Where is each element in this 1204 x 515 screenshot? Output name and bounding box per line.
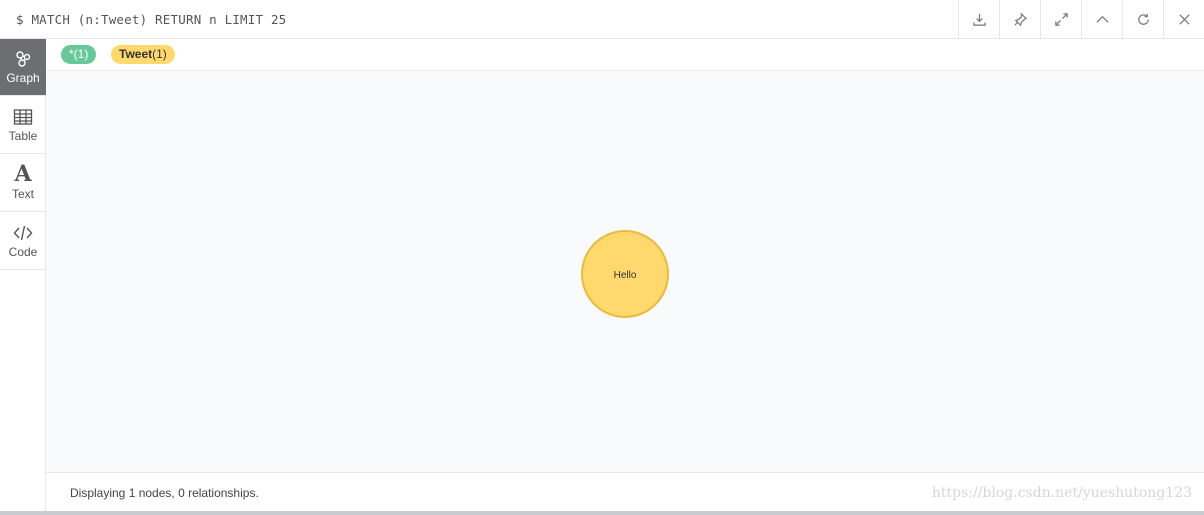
pin-button[interactable]	[999, 0, 1040, 39]
frame-footer: Displaying 1 nodes, 0 relationships. htt…	[46, 472, 1204, 511]
status-text: Displaying 1 nodes, 0 relationships.	[70, 486, 259, 500]
query-text[interactable]: $ MATCH (n:Tweet) RETURN n LIMIT 25	[16, 12, 286, 27]
graph-canvas[interactable]: Hello	[46, 71, 1204, 472]
view-tab-text[interactable]: A Text	[0, 154, 46, 212]
chip-tweet-count: (1)	[152, 47, 167, 61]
view-tab-label: Text	[11, 187, 34, 201]
close-icon	[1178, 14, 1190, 25]
watermark: https://blog.csdn.net/yueshutong123	[931, 485, 1192, 501]
expand-icon	[1054, 13, 1068, 26]
text-icon: A	[14, 161, 32, 187]
refresh-icon	[1137, 13, 1149, 25]
view-tab-table[interactable]: Table	[0, 96, 46, 154]
chip-all-nodes[interactable]: *(1)	[61, 45, 97, 64]
table-icon	[13, 108, 33, 125]
query-bar: $ MATCH (n:Tweet) RETURN n LIMIT 25	[0, 0, 1204, 39]
graph-icon	[16, 51, 31, 67]
pin-icon	[1013, 12, 1027, 27]
view-tab-label: Code	[8, 244, 38, 259]
frame-toolbar	[958, 0, 1204, 39]
view-tab-graph[interactable]: Graph	[0, 39, 46, 96]
view-tab-label: Graph	[6, 71, 40, 85]
download-button[interactable]	[958, 0, 999, 39]
view-tab-code[interactable]: Code	[0, 212, 46, 270]
view-switcher: Graph Table A Text Code	[0, 39, 46, 511]
close-button[interactable]	[1163, 0, 1204, 39]
collapse-button[interactable]	[1081, 0, 1122, 39]
chip-tweet[interactable]: Tweet(1)	[111, 45, 175, 64]
bottom-divider	[0, 511, 1204, 515]
label-chips: *(1) Tweet(1)	[46, 39, 1204, 71]
chip-tweet-name: Tweet	[119, 47, 153, 61]
download-icon	[972, 13, 986, 26]
code-icon	[13, 225, 33, 240]
expand-button[interactable]	[1040, 0, 1081, 39]
graph-node-label: Hello	[614, 270, 637, 281]
view-tab-label: Table	[8, 128, 38, 143]
chevron-up-icon	[1095, 15, 1109, 23]
graph-svg: Hello	[581, 230, 669, 318]
rerun-button[interactable]	[1122, 0, 1163, 39]
